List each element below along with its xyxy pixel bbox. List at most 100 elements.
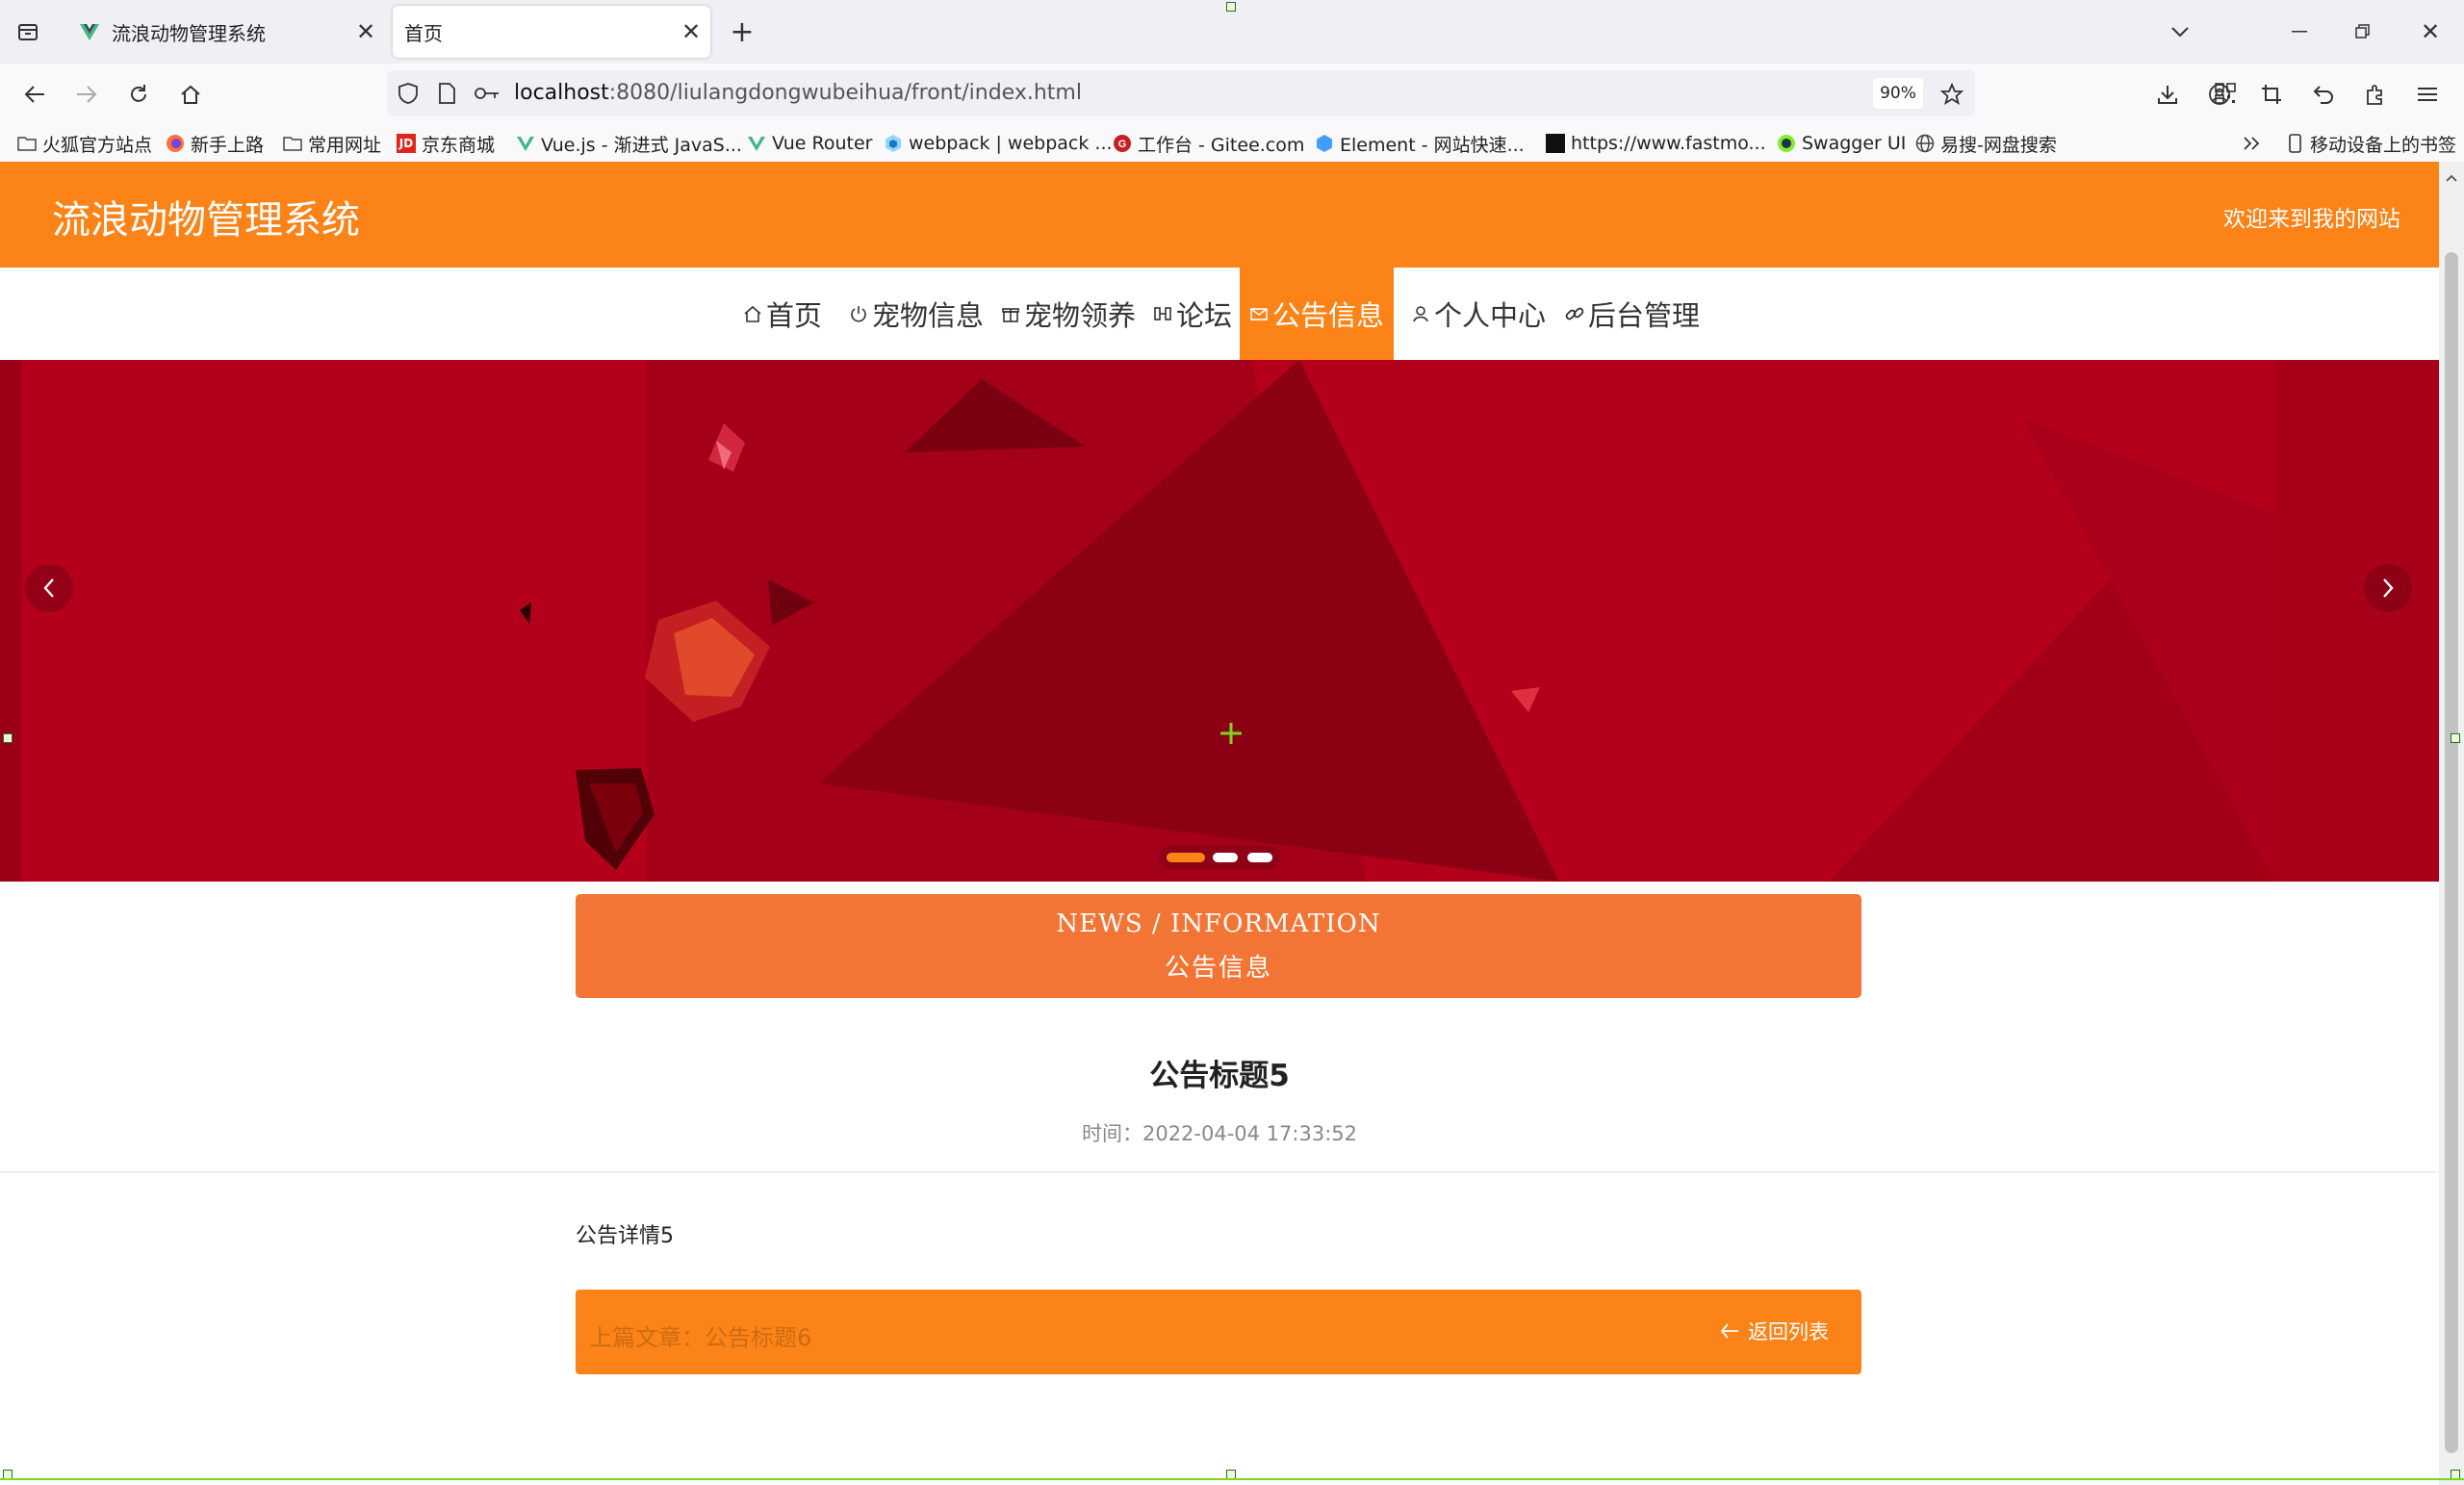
bookmark-item[interactable]: Element - 网站快速... [1315, 129, 1525, 158]
chevron-left-icon [43, 578, 54, 598]
bookmark-item[interactable]: 新手上路 [166, 129, 264, 158]
site-header: 流浪动物管理系统 欢迎来到我的网站 [0, 162, 2439, 268]
bookmark-item[interactable]: G 工作台 - Gitee.com [1113, 129, 1304, 158]
carousel-indicators [1159, 846, 1280, 869]
menu-item-adoption[interactable]: 宠物领养 [1001, 268, 1136, 360]
key-icon[interactable] [474, 82, 500, 105]
section-title-en: NEWS / INFORMATION [1056, 909, 1381, 938]
section-title-cn: 公告信息 [1164, 954, 1272, 983]
selection-handle[interactable] [1226, 2, 1236, 12]
back-to-list-button[interactable]: 返回列表 [1719, 1317, 1829, 1345]
prev-article-link[interactable]: 上篇文章：公告标题6 [589, 1319, 811, 1352]
selection-handle[interactable] [3, 733, 13, 743]
account-icon[interactable] [2204, 79, 2235, 110]
bookmark-item[interactable]: webpack | webpack ... [884, 129, 1113, 158]
section-title-box: NEWS / INFORMATION 公告信息 [576, 894, 1861, 998]
vue-logo-icon [517, 137, 534, 151]
jd-logo-icon: JD [397, 134, 416, 153]
menu-item-admin[interactable]: 后台管理 [1565, 268, 1700, 360]
fastmock-icon [1546, 134, 1565, 153]
article-title: 公告标题5 [1149, 1059, 1290, 1093]
screenshot-crop-icon[interactable] [2256, 79, 2287, 110]
menu-item-pet-info[interactable]: 宠物信息 [849, 268, 984, 360]
power-icon [851, 306, 866, 322]
bookmarks-toolbar: 火狐官方站点 新手上路 常用网址 JD 京东商城 Vue.js - 渐进式 Ja… [0, 125, 2464, 162]
carousel-prev-button[interactable] [25, 564, 73, 612]
bookmark-item[interactable]: 易搜-网盘搜索 [1915, 129, 2057, 158]
bookmark-item[interactable]: Vue Router [747, 129, 872, 158]
svg-text:G: G [1118, 139, 1127, 150]
carousel-dot[interactable] [1247, 853, 1272, 862]
webpack-icon [886, 135, 901, 152]
article-content: 公告详情5 [576, 1224, 674, 1248]
menu-hamburger-icon[interactable] [2412, 79, 2443, 110]
firefox-icon [167, 135, 184, 152]
bookmark-item[interactable]: JD 京东商城 [397, 129, 495, 158]
article-time: 时间：2022-04-04 17:33:52 [1081, 1122, 1358, 1145]
vue-logo-icon [748, 137, 765, 151]
carousel-banner[interactable] [0, 360, 2439, 882]
site-title: 流浪动物管理系统 [52, 198, 360, 243]
gitee-icon: G [1114, 135, 1131, 152]
page-viewport: 流浪动物管理系统 欢迎来到我的网站 首页 宠物信息 宠物领养 论坛 公告信息 个… [0, 162, 2439, 1485]
user-icon [1413, 306, 1428, 322]
menu-item-announcements[interactable]: 公告信息 [1240, 268, 1394, 360]
close-tab-icon[interactable]: ✕ [346, 18, 385, 45]
carousel-slide-image [0, 360, 2439, 882]
mobile-bookmarks-item[interactable]: 移动设备上的书签 [2285, 129, 2456, 158]
carousel-next-button[interactable] [2364, 564, 2412, 612]
bookmark-star-icon[interactable] [1937, 79, 1967, 110]
minimize-icon[interactable] [2285, 17, 2314, 46]
forward-icon[interactable] [71, 79, 102, 110]
gift-icon [1002, 308, 1019, 322]
menu-item-home[interactable]: 首页 [743, 268, 822, 360]
close-window-icon[interactable]: ✕ [2416, 17, 2445, 46]
restore-icon[interactable] [2348, 17, 2377, 46]
undo-icon[interactable] [2308, 79, 2339, 110]
scrollbar-thumb[interactable] [2445, 252, 2458, 1453]
welcome-text: 欢迎来到我的网站 [2223, 207, 2400, 232]
page-scrollbar[interactable] [2439, 162, 2464, 1485]
bookmarks-overflow-icon[interactable] [2243, 129, 2262, 158]
browser-nav-bar: localhost:8080/liulangdongwubeihua/front… [0, 64, 2464, 125]
bookmark-item[interactable]: Swagger UI [1777, 129, 1906, 158]
shield-icon[interactable] [397, 82, 420, 105]
chevron-right-icon [2383, 578, 2394, 598]
carousel-dot[interactable] [1213, 853, 1238, 862]
mail-icon [1250, 308, 1268, 320]
menu-item-forum[interactable]: 论坛 [1153, 268, 1232, 360]
bookmark-item[interactable]: 常用网址 [283, 129, 381, 158]
bookmark-item[interactable]: https://www.fastmo... [1546, 129, 1766, 158]
tab-overflow-chevron-icon[interactable] [2166, 17, 2194, 46]
mobile-device-icon [2289, 134, 2301, 153]
film-icon [1154, 307, 1171, 320]
carousel-dot-active[interactable] [1167, 853, 1205, 862]
selection-handle[interactable] [2451, 733, 2460, 743]
browser-tab[interactable]: 流浪动物管理系统 ✕ [64, 6, 385, 58]
downloads-icon[interactable] [2152, 79, 2183, 110]
scroll-up-arrow-icon[interactable] [2446, 167, 2457, 182]
new-tab-icon[interactable]: + [728, 15, 757, 49]
browser-tab-active[interactable]: 首页 ✕ [393, 6, 710, 58]
extensions-icon[interactable] [2360, 79, 2391, 110]
home-icon[interactable] [175, 79, 206, 110]
main-menu: 首页 宠物信息 宠物领养 论坛 公告信息 个人中心 后台管理 [0, 268, 2439, 360]
selection-border [0, 1478, 2464, 1480]
close-tab-icon[interactable]: ✕ [672, 18, 710, 45]
bookmark-item[interactable]: 火狐官方站点 [17, 129, 152, 158]
tab-list-icon[interactable] [13, 17, 42, 46]
bookmark-item[interactable]: Vue.js - 渐进式 JavaS... [516, 129, 742, 158]
menu-item-personal-center[interactable]: 个人中心 [1411, 268, 1546, 360]
address-bar[interactable]: localhost:8080/liulangdongwubeihua/front… [387, 70, 2236, 116]
reload-icon[interactable] [123, 79, 154, 110]
vue-logo-icon [80, 24, 99, 40]
page-info-icon[interactable] [435, 82, 458, 105]
swagger-icon [1778, 135, 1795, 152]
arrow-left-icon [1720, 1323, 1738, 1339]
url-text[interactable]: localhost:8080/liulangdongwubeihua/front… [514, 81, 1082, 105]
divider [0, 1171, 2439, 1173]
back-icon[interactable] [19, 79, 50, 110]
crosshair-icon [1220, 723, 1242, 744]
zoom-level-badge[interactable]: 90% [1873, 78, 1923, 109]
article-pager: 上篇文章：公告标题6 返回列表 [576, 1290, 1861, 1374]
